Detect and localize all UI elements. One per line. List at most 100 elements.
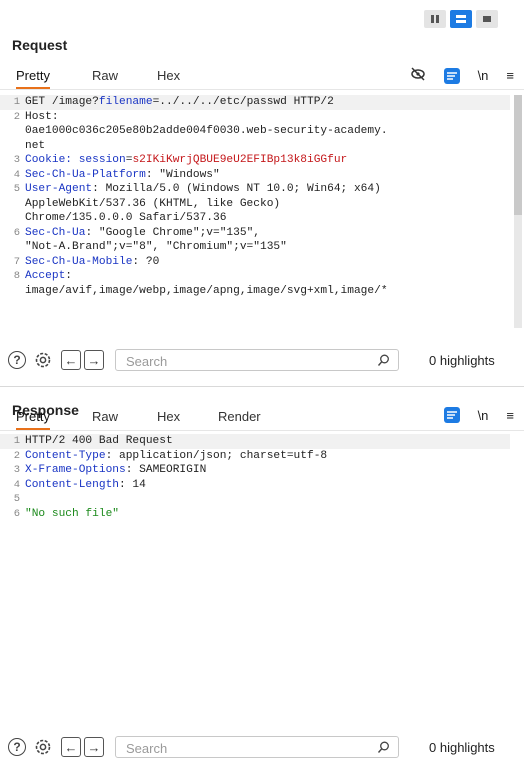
code-text: Chrome/135.0.0.0 Safari/537.36 <box>25 212 227 224</box>
code-text: Content-Length: 14 <box>25 478 146 491</box>
request-tools: \n ≡ <box>410 66 514 85</box>
back-arrow-icon[interactable]: ← <box>61 350 81 370</box>
code-text: HTTP/2 400 Bad Request <box>25 435 173 447</box>
line-number: 1 <box>13 435 20 447</box>
request-search-field[interactable] <box>115 349 399 371</box>
code-line: net <box>0 139 510 154</box>
menu-icon[interactable]: ≡ <box>506 68 514 83</box>
line-number <box>0 139 25 154</box>
code-line: 8 Accept: <box>0 269 510 284</box>
line-number: 5 <box>13 183 20 195</box>
line-number: 2 <box>13 110 20 123</box>
line-number: 7 <box>13 255 20 268</box>
newline-toggle-icon[interactable]: \n <box>478 408 489 423</box>
code-line: 1 HTTP/2 400 Bad Request <box>0 434 510 449</box>
line-number: 3 <box>13 464 20 476</box>
code-line: 5 <box>0 492 510 507</box>
code-line: 4 Content-Length: 14 <box>0 478 510 493</box>
code-text: AppleWebKit/537.36 (KHTML, like Gecko) <box>25 197 281 210</box>
code-line: 0ae1000c036c205e80b2adde004f0030.web-sec… <box>0 124 510 139</box>
code-line: "Not-A.Brand";v="8", "Chromium";v="135" <box>0 240 510 255</box>
code-line: Chrome/135.0.0.0 Safari/537.36 <box>0 211 510 226</box>
response-highlights-count: 0 highlights <box>429 740 495 755</box>
line-number <box>0 284 25 299</box>
response-search-input[interactable] <box>124 739 338 757</box>
request-title: Request <box>12 37 68 53</box>
line-number: 3 <box>13 154 20 166</box>
code-line: AppleWebKit/537.36 (KHTML, like Gecko) <box>0 197 510 212</box>
code-line: image/avif,image/webp,image/apng,image/s… <box>0 284 510 299</box>
request-highlights-count: 0 highlights <box>429 353 495 368</box>
response-tools: \n ≡ <box>443 407 514 423</box>
request-tab-pretty[interactable]: Pretty <box>16 67 50 89</box>
line-number: 6 <box>13 507 20 520</box>
back-arrow-icon[interactable]: ← <box>61 737 81 757</box>
response-tab-raw[interactable]: Raw <box>92 408 118 430</box>
code-text: Sec-Ch-Ua: "Google Chrome";v="135", <box>25 226 260 239</box>
hide-nonprintable-icon[interactable] <box>410 66 426 85</box>
newline-toggle-icon[interactable]: \n <box>478 68 489 83</box>
line-number: 1 <box>13 96 20 108</box>
line-number: 2 <box>13 449 20 462</box>
tabs-view-icon[interactable] <box>476 10 498 28</box>
code-text: net <box>25 139 46 152</box>
code-text: "No such file" <box>25 507 119 520</box>
word-wrap-icon[interactable] <box>443 67 460 84</box>
code-text: Sec-Ch-Ua-Mobile: ?0 <box>25 255 160 268</box>
code-line: 5 User-Agent: Mozilla/5.0 (Windows NT 10.… <box>0 182 510 197</box>
response-editor[interactable]: 1 HTTP/2 400 Bad Request 2 Content-Type: ap… <box>0 434 510 714</box>
line-number <box>0 124 25 139</box>
word-wrap-icon[interactable] <box>443 407 460 423</box>
request-scrollbar[interactable] <box>514 95 522 328</box>
menu-icon[interactable]: ≡ <box>506 408 514 423</box>
request-search-input[interactable] <box>124 352 338 370</box>
response-search-bar: ? ← → 0 highlights <box>0 729 524 763</box>
line-number <box>0 197 25 212</box>
request-search-bar: ? ← → 0 highlights <box>0 343 524 377</box>
code-line: 3 Cookie: session=s2IKiKwrjQBUE9eU2EFIBp1… <box>0 153 510 168</box>
code-text: image/avif,image/webp,image/apng,image/s… <box>25 284 388 297</box>
request-scroll-thumb[interactable] <box>514 95 522 215</box>
forward-arrow-icon[interactable]: → <box>84 737 104 757</box>
code-text: Host: <box>25 110 59 123</box>
code-text: User-Agent: Mozilla/5.0 (Windows NT 10.0… <box>25 183 381 195</box>
response-search-field[interactable] <box>115 736 399 758</box>
request-editor[interactable]: 1 GET /image?filename=../../../etc/passwd… <box>0 95 510 328</box>
line-number: 4 <box>13 168 20 181</box>
code-line: 7 Sec-Ch-Ua-Mobile: ?0 <box>0 255 510 270</box>
line-number: 8 <box>13 270 20 282</box>
response-tab-pretty[interactable]: Pretty <box>16 408 50 430</box>
code-line: 6 "No such file" <box>0 507 510 522</box>
line-number <box>0 240 25 255</box>
search-icon <box>377 354 389 366</box>
code-text: Cookie: session=s2IKiKwrjQBUE9eU2EFIBp13… <box>25 154 348 166</box>
request-tab-hex[interactable]: Hex <box>157 67 180 89</box>
settings-gear-icon[interactable] <box>33 350 53 375</box>
search-icon <box>377 741 389 753</box>
response-tab-render[interactable]: Render <box>218 408 261 430</box>
help-icon[interactable]: ? <box>8 351 26 369</box>
line-number: 5 <box>13 493 20 505</box>
settings-gear-icon[interactable] <box>33 737 53 762</box>
code-text: X-Frame-Options: SAMEORIGIN <box>25 464 207 476</box>
code-line: 3 X-Frame-Options: SAMEORIGIN <box>0 463 510 478</box>
code-line: 2 Host: <box>0 110 510 125</box>
code-line: 4 Sec-Ch-Ua-Platform: "Windows" <box>0 168 510 183</box>
layout-toggle[interactable] <box>424 10 498 28</box>
code-line: 1 GET /image?filename=../../../etc/passwd… <box>0 95 510 110</box>
line-number: 4 <box>13 478 20 491</box>
code-text: Accept: <box>25 270 73 282</box>
forward-arrow-icon[interactable]: → <box>84 350 104 370</box>
code-text: Sec-Ch-Ua-Platform: "Windows" <box>25 168 220 181</box>
code-line: 6 Sec-Ch-Ua: "Google Chrome";v="135", <box>0 226 510 241</box>
split-horizontal-icon[interactable] <box>424 10 446 28</box>
response-tab-hex[interactable]: Hex <box>157 408 180 430</box>
line-number: 6 <box>13 226 20 239</box>
code-text: Content-Type: application/json; charset=… <box>25 449 328 462</box>
split-vertical-icon[interactable] <box>450 10 472 28</box>
code-text: GET /image?filename=../../../etc/passwd … <box>25 96 334 108</box>
request-tab-raw[interactable]: Raw <box>92 67 118 89</box>
line-number <box>0 211 25 226</box>
help-icon[interactable]: ? <box>8 738 26 756</box>
